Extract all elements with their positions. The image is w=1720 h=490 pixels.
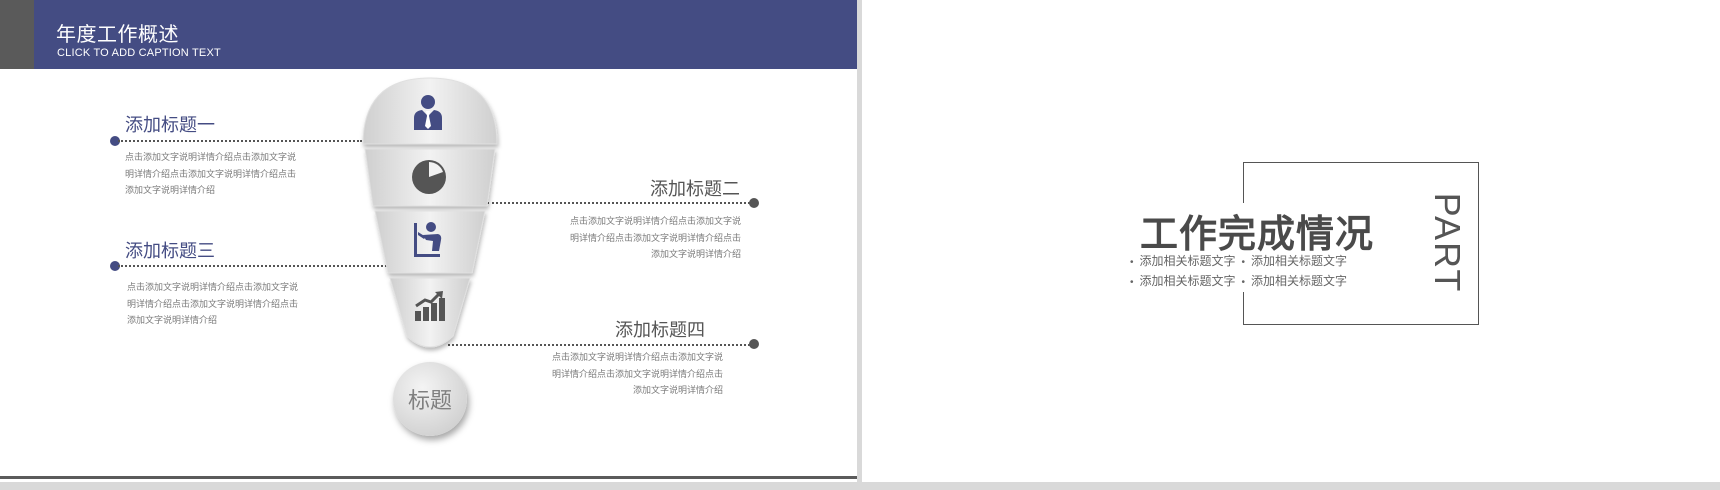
connector-dot-2	[749, 198, 759, 208]
slide-subtitle: CLICK TO ADD CAPTION TEXT	[57, 47, 221, 59]
item-desc-2: 点击添加文字说明详情介绍点击添加文字说 明详情介绍点击添加文字说明详情介绍点击 …	[569, 216, 741, 259]
connector-line-3	[118, 265, 390, 267]
part-label: PART	[1427, 192, 1468, 294]
item-title-1: 添加标题一	[125, 115, 215, 135]
bullet-item: 添加相关标题文字	[1130, 252, 1236, 272]
item-title-4: 添加标题四	[615, 320, 705, 340]
pie-chart-icon	[412, 160, 446, 194]
connector-dot-4	[749, 339, 759, 349]
bottom-divider	[0, 476, 857, 479]
businessman-icon	[414, 95, 442, 130]
bullet-item: 添加相关标题文字	[1242, 272, 1347, 292]
item-title-2: 添加标题二	[650, 179, 740, 199]
bullet-row-1: 添加相关标题文字 添加相关标题文字	[1130, 252, 1348, 272]
funnel-base-circle: 标题	[393, 362, 467, 436]
bullet-row-2: 添加相关标题文字 添加相关标题文字	[1130, 272, 1348, 292]
bullet-item: 添加相关标题文字	[1130, 272, 1236, 292]
connector-line-2	[487, 202, 750, 204]
presenter-icon	[414, 222, 442, 257]
slide-annual-overview: 年度工作概述 CLICK TO ADD CAPTION TEXT 添加标题一 点…	[0, 0, 857, 482]
section-title: 工作完成情况	[1136, 203, 1379, 258]
item-title-3: 添加标题三	[125, 241, 215, 261]
slide-work-completion: PART 工作完成情况 添加相关标题文字 添加相关标题文字 添加相关标题文字 添…	[862, 0, 1720, 482]
item-desc-1: 点击添加文字说明详情介绍点击添加文字说 明详情介绍点击添加文字说明详情介绍点击 …	[125, 152, 297, 195]
bullet-list: 添加相关标题文字 添加相关标题文字 添加相关标题文字 添加相关标题文字	[1126, 252, 1352, 292]
growth-chart-icon	[415, 291, 445, 321]
slide-title: 年度工作概述	[56, 24, 179, 46]
item-desc-4: 点击添加文字说明详情介绍点击添加文字说 明详情介绍点击添加文字说明详情介绍点击 …	[551, 352, 723, 395]
header-accent-tab	[0, 0, 34, 69]
bullet-item: 添加相关标题文字	[1242, 252, 1347, 272]
item-desc-3: 点击添加文字说明详情介绍点击添加文字说 明详情介绍点击添加文字说明详情介绍点击 …	[127, 282, 299, 325]
connector-line-1	[118, 140, 362, 142]
